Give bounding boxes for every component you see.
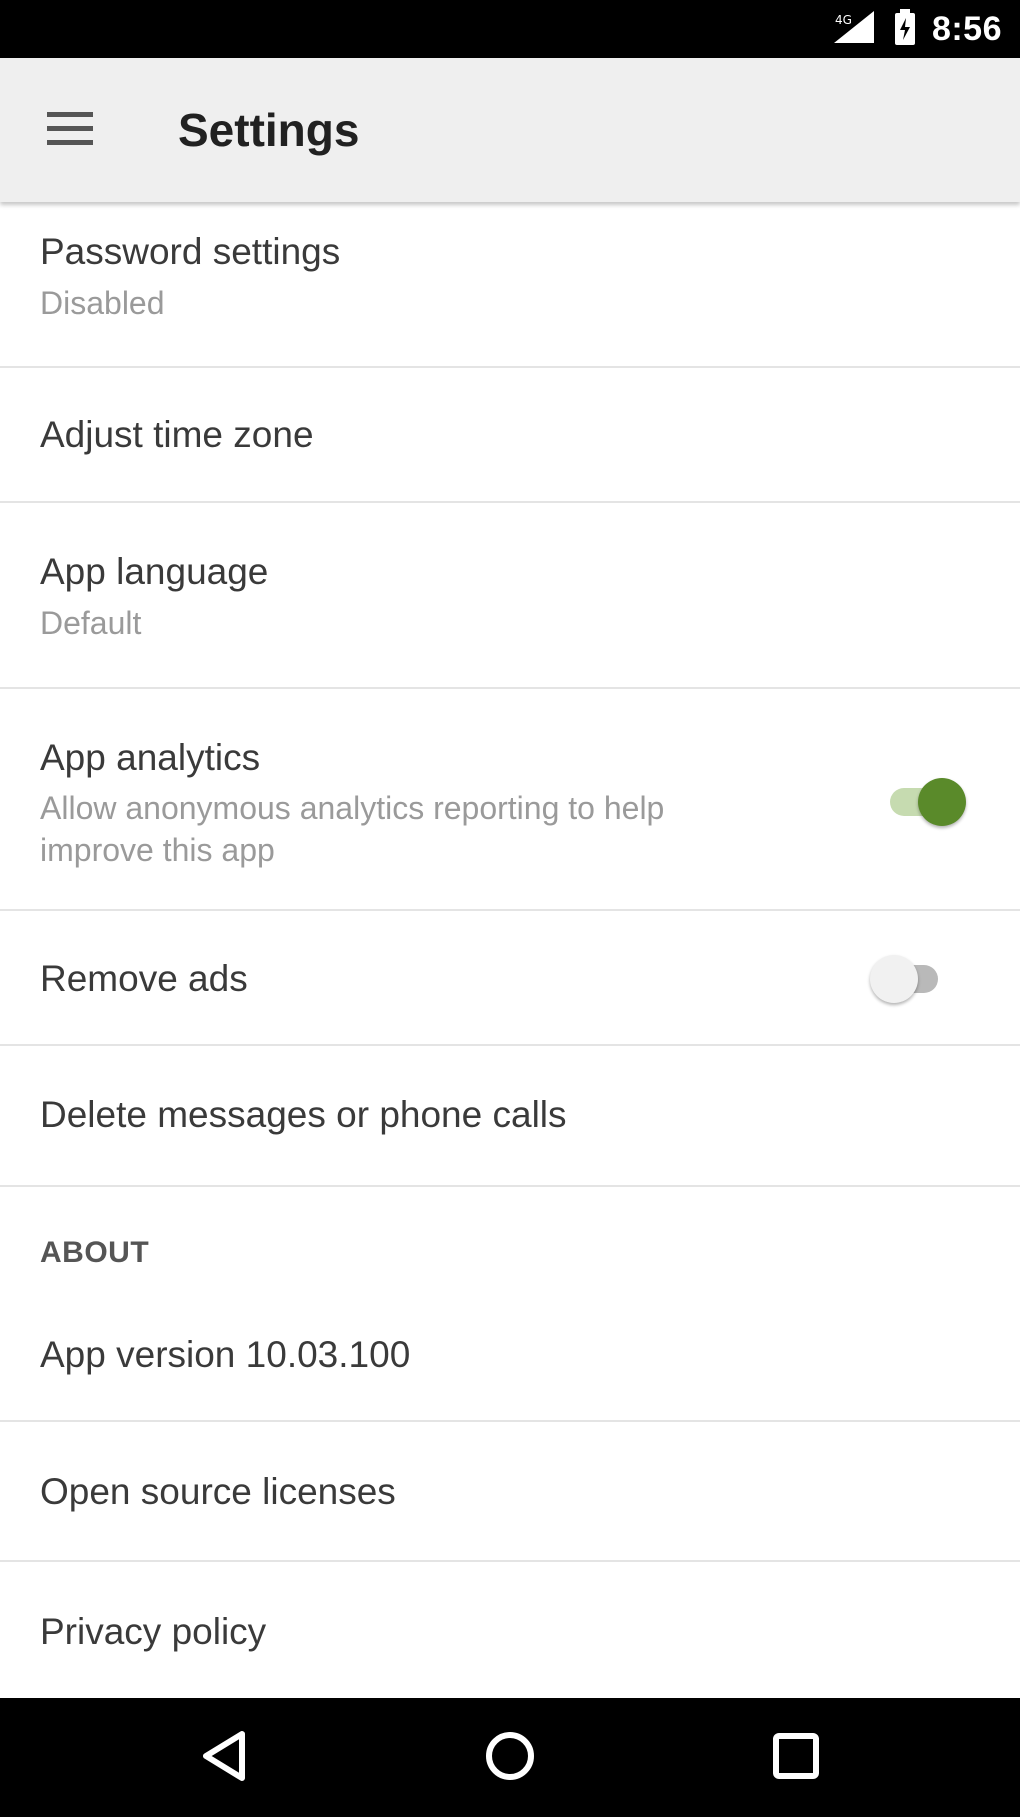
battery-icon [892, 7, 918, 52]
status-bar: 4G 8:56 [0, 0, 1020, 58]
remove-ads-toggle[interactable] [866, 948, 956, 1008]
adjust-time-zone-item[interactable]: Adjust time zone [0, 368, 1020, 503]
home-icon [482, 1728, 538, 1789]
open-source-licenses-item[interactable]: Open source licenses [0, 1422, 1020, 1562]
status-time: 8:56 [931, 9, 1002, 48]
page-title: Settings [178, 104, 360, 156]
app-bar: Settings [0, 58, 1020, 202]
adjust-time-zone-title: Adjust time zone [40, 414, 314, 455]
privacy-policy-item[interactable]: Privacy policy [0, 1562, 1020, 1698]
home-button[interactable] [470, 1720, 550, 1796]
recents-icon [770, 1730, 822, 1787]
app-analytics-subtitle-line2: improve this app [40, 832, 275, 868]
app-language-title: App language [40, 551, 269, 592]
app-analytics-subtitle-line1: Allow anonymous analytics reporting to h… [40, 790, 665, 826]
delete-messages-item[interactable]: Delete messages or phone calls [0, 1046, 1020, 1187]
back-button[interactable] [184, 1720, 264, 1796]
svg-text:4G: 4G [835, 13, 852, 27]
privacy-policy-title: Privacy policy [40, 1611, 267, 1652]
password-settings-subtitle: Disabled [40, 285, 165, 321]
toggle-thumb [918, 778, 966, 826]
remove-ads-item[interactable]: Remove ads [0, 911, 1020, 1046]
menu-button[interactable] [28, 92, 112, 168]
delete-messages-title: Delete messages or phone calls [40, 1094, 567, 1135]
app-version-text: App version 10.03.100 [40, 1334, 411, 1375]
hamburger-menu-icon [45, 108, 95, 153]
settings-list: Password settings Disabled Adjust time z… [0, 202, 1020, 1698]
password-settings-item[interactable]: Password settings Disabled [0, 202, 1020, 368]
back-icon [198, 1728, 250, 1789]
about-section-header: ABOUT [40, 1236, 150, 1269]
toggle-thumb [870, 955, 918, 1003]
app-analytics-title: App analytics [40, 737, 261, 778]
status-icons: 4G 8:56 [830, 0, 1002, 58]
app-analytics-toggle[interactable] [880, 771, 970, 831]
remove-ads-title: Remove ads [40, 958, 248, 999]
navigation-bar [0, 1698, 1020, 1817]
app-analytics-item[interactable]: App analytics Allow anonymous analytics … [0, 689, 1020, 911]
app-language-item[interactable]: App language Default [0, 503, 1020, 689]
open-source-licenses-title: Open source licenses [40, 1471, 396, 1512]
app-language-subtitle: Default [40, 605, 142, 641]
recents-button[interactable] [756, 1720, 836, 1796]
signal-icon: 4G [830, 7, 878, 52]
password-settings-title: Password settings [40, 231, 341, 272]
app-version-item[interactable]: App version 10.03.100 [0, 1292, 1020, 1422]
